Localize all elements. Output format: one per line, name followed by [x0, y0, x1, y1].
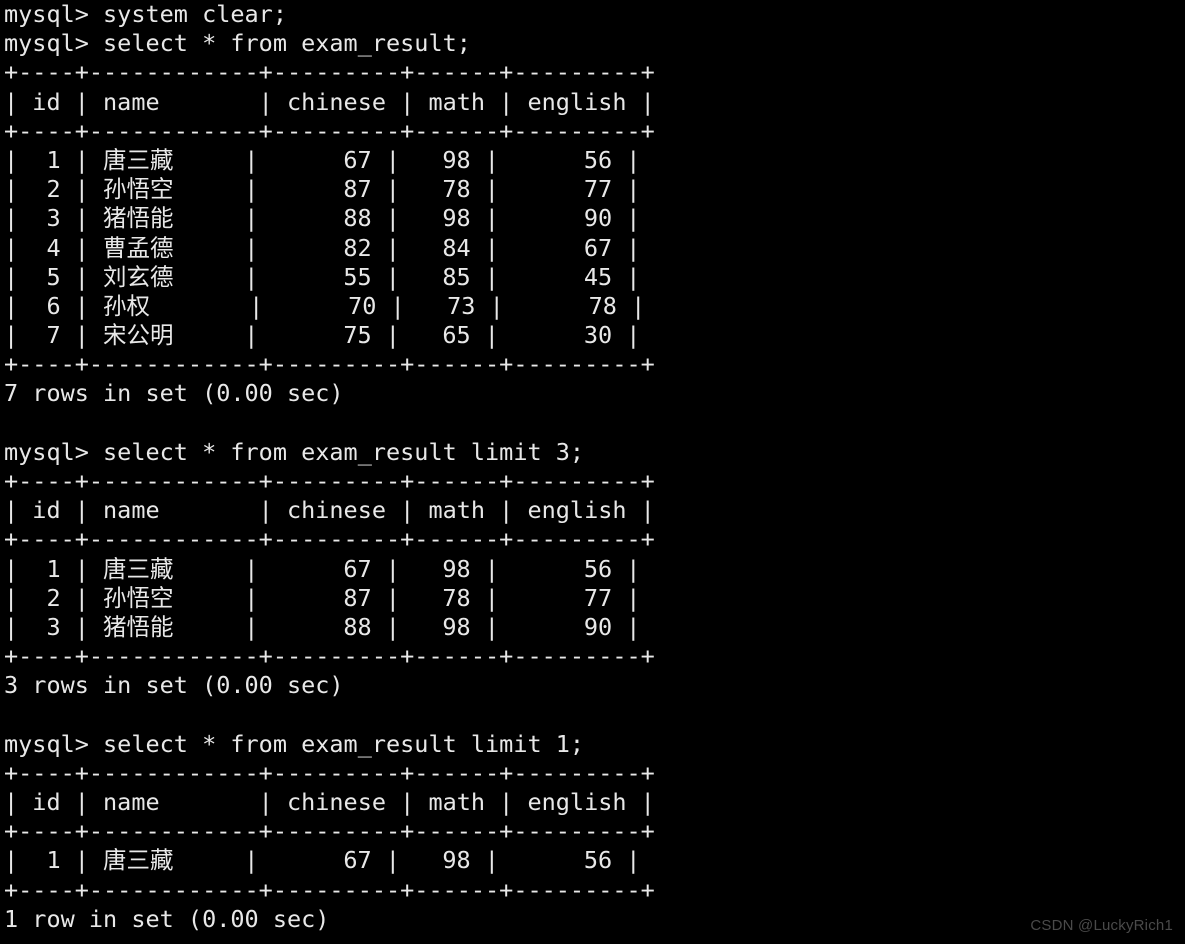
row-id-cell: | 6 |: [4, 291, 104, 320]
table-row: | 4 | 曹孟德 | 82 | 84 | 67 |: [0, 234, 1185, 263]
row-score-cells: | 70 | 73 | 78 |: [150, 291, 646, 320]
table-row: | 3 | 猪悟能 | 88 | 98 | 90 |: [0, 204, 1185, 233]
result-status-line: 3 rows in set (0.00 sec): [4, 671, 344, 700]
row-score-cells: | 55 | 85 | 45 |: [173, 262, 641, 291]
row-name-cell: 唐三藏: [103, 554, 174, 583]
table-separator: +----+------------+---------+------+----…: [4, 350, 655, 379]
row-name-cell: 猪悟能: [103, 204, 174, 233]
row-score-cells: | 67 | 98 | 56 |: [173, 846, 641, 875]
table-row: | 1 | 唐三藏 | 67 | 98 | 56 |: [0, 146, 1185, 175]
row-id-cell: | 2 |: [4, 175, 104, 204]
row-name-cell: 孙悟空: [103, 175, 174, 204]
table-row: | 2 | 孙悟空 | 87 | 78 | 77 |: [0, 584, 1185, 613]
table-separator: +----+------------+---------+------+----…: [4, 525, 655, 554]
table-header-row: | id | name | chinese | math | english |: [4, 788, 655, 817]
row-score-cells: | 87 | 78 | 77 |: [173, 583, 641, 612]
row-id-cell: | 7 |: [4, 321, 104, 350]
table-separator: +----+------------+---------+------+----…: [4, 642, 655, 671]
table-separator: +----+------------+---------+------+----…: [4, 758, 655, 787]
terminal-command-line: mysql> system clear;: [4, 0, 287, 28]
table-separator: +----+------------+---------+------+----…: [4, 58, 655, 87]
row-id-cell: | 1 |: [4, 846, 104, 875]
table-separator: +----+------------+---------+------+----…: [4, 875, 655, 904]
terminal-command-line: mysql> select * from exam_result limit 1…: [4, 729, 585, 758]
table-separator: +----+------------+---------+------+----…: [4, 817, 655, 846]
row-name-cell: 刘玄德: [103, 262, 174, 291]
row-id-cell: | 2 |: [4, 583, 104, 612]
row-score-cells: | 75 | 65 | 30 |: [173, 321, 641, 350]
table-separator: +----+------------+---------+------+----…: [4, 116, 655, 145]
terminal-command-line: mysql> select * from exam_result;: [4, 29, 471, 58]
row-name-cell: 宋公明: [103, 321, 174, 350]
table-row: | 5 | 刘玄德 | 55 | 85 | 45 |: [0, 263, 1185, 292]
table-header-row: | id | name | chinese | math | english |: [4, 496, 655, 525]
row-score-cells: | 88 | 98 | 90 |: [173, 612, 641, 641]
row-id-cell: | 5 |: [4, 262, 104, 291]
table-row: | 2 | 孙悟空 | 87 | 78 | 77 |: [0, 175, 1185, 204]
table-separator: +----+------------+---------+------+----…: [4, 467, 655, 495]
row-score-cells: | 88 | 98 | 90 |: [173, 204, 641, 233]
row-name-cell: 唐三藏: [103, 846, 174, 875]
row-name-cell: 唐三藏: [103, 145, 174, 174]
table-row: | 1 | 唐三藏 | 67 | 98 | 56 |: [0, 555, 1185, 584]
row-id-cell: | 3 |: [4, 204, 104, 233]
row-id-cell: | 3 |: [4, 612, 104, 641]
row-id-cell: | 1 |: [4, 554, 104, 583]
row-score-cells: | 82 | 84 | 67 |: [173, 233, 641, 262]
row-name-cell: 孙权: [103, 291, 151, 320]
row-name-cell: 孙悟空: [103, 583, 174, 612]
row-score-cells: | 87 | 78 | 77 |: [173, 175, 641, 204]
row-score-cells: | 67 | 98 | 56 |: [173, 554, 641, 583]
csdn-watermark: CSDN @LuckyRich1: [1030, 917, 1173, 934]
table-row: | 1 | 唐三藏 | 67 | 98 | 56 |: [0, 846, 1185, 875]
table-header-row: | id | name | chinese | math | english |: [4, 87, 655, 116]
row-id-cell: | 4 |: [4, 233, 104, 262]
row-name-cell: 曹孟德: [103, 233, 174, 262]
terminal-window[interactable]: mysql> system clear; mysql> select * from…: [0, 0, 1185, 944]
terminal-command-line: mysql> select * from exam_result limit 3…: [4, 437, 585, 466]
table-row: | 7 | 宋公明 | 75 | 65 | 30 |: [0, 321, 1185, 350]
result-status-line: 7 rows in set (0.00 sec): [4, 379, 344, 408]
row-id-cell: | 1 |: [4, 145, 104, 174]
table-row: | 6 | 孙权 | 70 | 73 | 78 |: [0, 292, 1185, 321]
table-row: | 3 | 猪悟能 | 88 | 98 | 90 |: [0, 613, 1185, 642]
result-status-line: 1 row in set (0.00 sec): [4, 904, 330, 933]
row-score-cells: | 67 | 98 | 56 |: [173, 145, 641, 174]
row-name-cell: 猪悟能: [103, 612, 174, 641]
